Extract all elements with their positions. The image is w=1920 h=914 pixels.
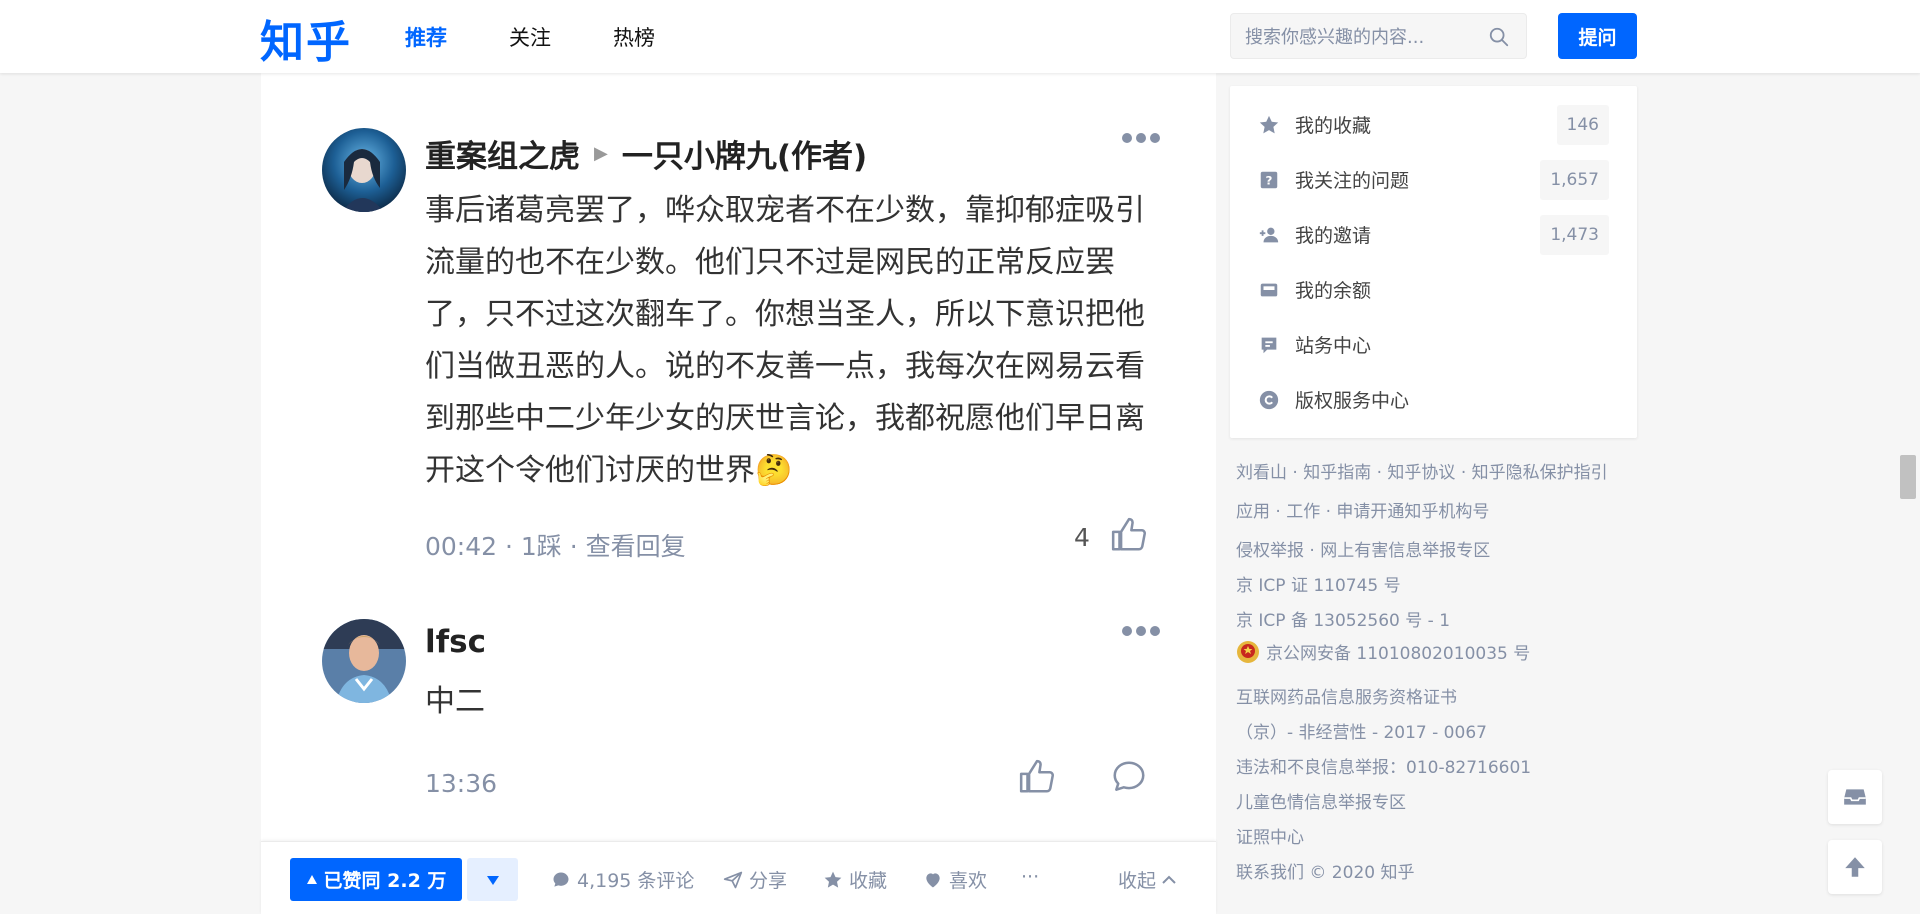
sidebar-item-followed-questions[interactable]: ? 我关注的问题 1,657	[1230, 152, 1637, 207]
arrow-up-icon	[1845, 857, 1865, 877]
site-center-icon	[1261, 337, 1277, 353]
heart-icon	[926, 872, 940, 887]
view-replies-link[interactable]: · 查看回复	[570, 532, 686, 561]
triangle-up-icon	[306, 874, 317, 884]
more-options-icon[interactable]	[1121, 132, 1161, 144]
avatar[interactable]	[322, 128, 406, 212]
avatar[interactable]	[322, 619, 406, 703]
comment-author-line: 重案组之虎 ▶ 一只小牌九(作者)	[425, 131, 867, 176]
license-center-link[interactable]: 证照中心	[1236, 823, 1304, 848]
drug-license[interactable]: 互联网药品信息服务资格证书	[1236, 683, 1457, 708]
police-record-text: 京公网安备 11010802010035 号	[1266, 644, 1531, 664]
comment-meta: 13:36	[425, 769, 497, 798]
zhihu-logo[interactable]: 知乎	[260, 6, 352, 70]
more-actions-button[interactable]: ···	[1021, 866, 1039, 888]
child-report-link[interactable]: 儿童色情信息举报专区	[1236, 788, 1406, 813]
sidebar-item-copyright-center[interactable]: 版权服务中心	[1230, 372, 1637, 427]
sidebar-item-collections[interactable]: 我的收藏 146	[1230, 97, 1637, 152]
comment-time: 13:36	[425, 769, 498, 798]
dislike-count: · 1踩	[505, 532, 562, 561]
like-button[interactable]: 喜欢	[923, 866, 987, 893]
downvote-button[interactable]	[467, 858, 518, 901]
sidebar-item-label: 版权服务中心	[1295, 390, 1410, 412]
copyright-icon	[1259, 390, 1279, 409]
collect-button[interactable]: 收藏	[823, 866, 887, 893]
footer-links[interactable]: 应用 · 工作 · 申请开通知乎机构号	[1236, 497, 1489, 522]
sidebar-item-label: 我的余额	[1295, 280, 1372, 302]
inbox-button[interactable]	[1828, 770, 1882, 824]
thumbs-up-icon[interactable]	[1110, 516, 1148, 554]
comment-meta: 00:42 · 1踩 · 查看回复	[425, 527, 686, 563]
like-label: 喜欢	[949, 870, 988, 892]
scrollbar-thumb[interactable]	[1900, 455, 1916, 499]
inbox-icon	[1844, 789, 1866, 805]
search-box	[1230, 13, 1527, 59]
collect-label: 收藏	[849, 870, 888, 892]
like-count: 4	[1074, 523, 1090, 552]
tab-hot[interactable]: 热榜	[613, 22, 655, 52]
collapse-button[interactable]: 收起	[1118, 866, 1176, 893]
svg-text:?: ?	[1266, 173, 1273, 187]
comment-icon	[553, 872, 569, 887]
sidebar-item-count: 1,657	[1540, 159, 1609, 200]
comments-button[interactable]: 4,195 条评论	[551, 866, 694, 893]
comment-author[interactable]: 重案组之虎	[425, 131, 580, 176]
sidebar-item-label: 站务中心	[1295, 335, 1372, 357]
star-icon	[824, 871, 842, 888]
sidebar-item-count: 146	[1556, 104, 1609, 145]
drug-license-number: （京）- 非经营性 - 2017 - 0067	[1236, 723, 1487, 743]
contact-copyright[interactable]: 联系我们 © 2020 知乎	[1236, 858, 1414, 883]
tab-follow[interactable]: 关注	[509, 22, 551, 52]
comments-count-label: 4,195 条评论	[577, 870, 695, 892]
reply-icon[interactable]	[1110, 758, 1148, 796]
share-label: 分享	[749, 870, 788, 892]
reply-arrow-icon: ▶	[594, 143, 608, 164]
chevron-up-icon	[1162, 875, 1176, 884]
top-header: 知乎 推荐 关注 热榜 提问	[0, 0, 1920, 73]
icp-record[interactable]: 京 ICP 备 13052560 号 - 1	[1236, 606, 1450, 631]
question-icon: ?	[1260, 171, 1278, 188]
comments-panel: 重案组之虎 ▶ 一只小牌九(作者) 事后诸葛亮罢了，哗众取宠者不在少数，靠抑郁症…	[261, 73, 1216, 914]
sidebar-item-balance[interactable]: 我的余额	[1230, 262, 1637, 317]
sidebar-item-label: 我的邀请	[1295, 225, 1372, 247]
sidebar-item-count: 1,473	[1540, 214, 1609, 255]
reply-to-author[interactable]: 一只小牌九(作者)	[622, 131, 867, 176]
upvote-label: 已赞同 2.2 万	[323, 870, 447, 892]
wallet-icon	[1260, 283, 1278, 296]
comment-author-line: lfsc	[425, 624, 486, 660]
search-input[interactable]	[1245, 23, 1485, 51]
more-label: ···	[1021, 866, 1040, 888]
sidebar-item-label: 我关注的问题	[1295, 170, 1410, 192]
footer-links[interactable]: 侵权举报 · 网上有害信息举报专区	[1236, 536, 1490, 561]
triangle-down-icon	[486, 875, 499, 885]
police-record[interactable]: 京公网安备 11010802010035 号	[1236, 639, 1530, 664]
share-icon	[723, 871, 743, 888]
sidebar-item-site-center[interactable]: 站务中心	[1230, 317, 1637, 372]
sidebar-item-invitations[interactable]: 我的邀请 1,473	[1230, 207, 1637, 262]
thumbs-up-icon[interactable]	[1018, 758, 1056, 796]
upvote-button[interactable]: 已赞同 2.2 万	[290, 858, 462, 901]
sidebar-menu: 我的收藏 146 ? 我关注的问题 1,657 我的邀请 1,473 我的余额 …	[1230, 86, 1637, 438]
ask-question-button[interactable]: 提问	[1558, 13, 1637, 59]
search-icon[interactable]	[1488, 26, 1510, 48]
collapse-label: 收起	[1118, 870, 1157, 892]
star-icon	[1259, 115, 1279, 133]
footer-links[interactable]: 刘看山 · 知乎指南 · 知乎协议 · 知乎隐私保护指引	[1236, 458, 1608, 483]
tab-recommend[interactable]: 推荐	[405, 22, 447, 52]
back-to-top-button[interactable]	[1828, 840, 1882, 894]
answer-action-bar: 已赞同 2.2 万 4,195 条评论 分享 收藏 喜欢 ··· 收起	[261, 841, 1216, 914]
share-button[interactable]: 分享	[723, 866, 787, 893]
comment-author[interactable]: lfsc	[425, 624, 486, 660]
sidebar-item-label: 我的收藏	[1295, 115, 1372, 137]
report-hotline: 违法和不良信息举报：010-82716601	[1236, 758, 1532, 778]
icp-license[interactable]: 京 ICP 证 110745 号	[1236, 571, 1401, 596]
invite-icon	[1259, 227, 1279, 242]
police-badge-icon	[1237, 640, 1259, 663]
comment-text: 中二	[425, 684, 485, 719]
comment-text: 事后诸葛亮罢了，哗众取宠者不在少数，靠抑郁症吸引流量的也不在少数。他们只不过是网…	[425, 193, 1145, 488]
comment-time: 00:42	[425, 532, 498, 561]
more-options-icon[interactable]	[1121, 625, 1161, 637]
